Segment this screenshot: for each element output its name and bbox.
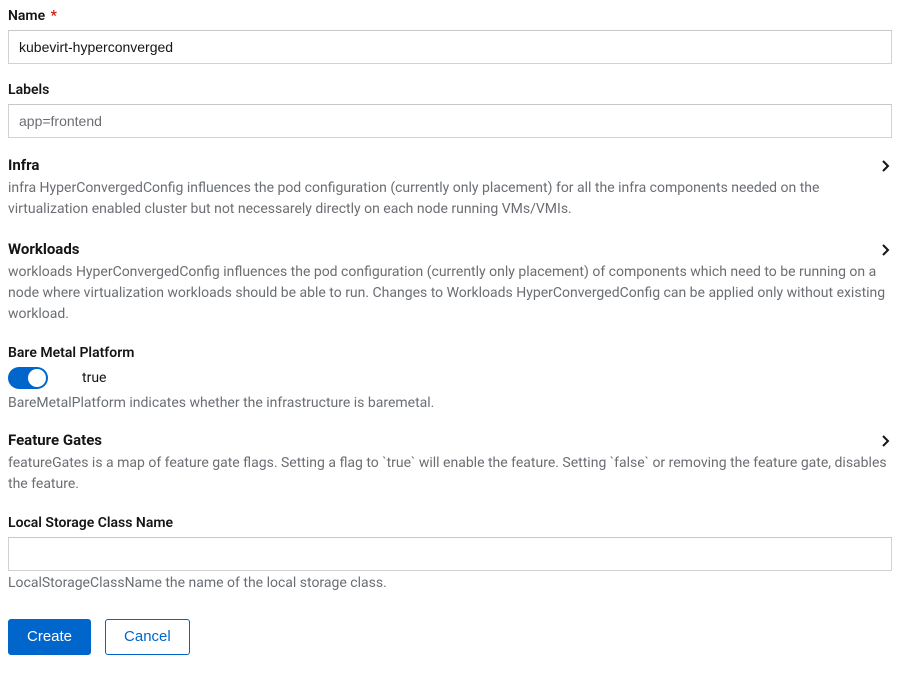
feature-gates-description: featureGates is a map of feature gate fl… (8, 453, 892, 495)
bare-metal-section: Bare Metal Platform true BareMetalPlatfo… (8, 345, 892, 411)
workloads-header[interactable]: Workloads (8, 240, 892, 258)
chevron-right-icon (882, 435, 892, 445)
name-label-text: Name (8, 8, 45, 24)
name-label: Name * (8, 8, 892, 24)
infra-section: Infra infra HyperConvergedConfig influen… (8, 156, 892, 220)
labels-input[interactable] (8, 104, 892, 138)
create-button[interactable]: Create (8, 619, 91, 655)
chevron-right-icon (882, 160, 892, 170)
local-storage-input[interactable] (8, 537, 892, 571)
cancel-button[interactable]: Cancel (105, 619, 190, 655)
workloads-description: workloads HyperConvergedConfig influence… (8, 262, 892, 325)
bare-metal-title: Bare Metal Platform (8, 345, 892, 361)
infra-header[interactable]: Infra (8, 156, 892, 174)
workloads-section: Workloads workloads HyperConvergedConfig… (8, 240, 892, 325)
local-storage-description: LocalStorageClassName the name of the lo… (8, 575, 892, 591)
workloads-title: Workloads (8, 240, 79, 258)
toggle-knob (28, 369, 46, 387)
name-input[interactable] (8, 30, 892, 64)
infra-description: infra HyperConvergedConfig influences th… (8, 178, 892, 220)
name-group: Name * (8, 8, 892, 64)
bare-metal-description: BareMetalPlatform indicates whether the … (8, 395, 892, 411)
required-indicator: * (51, 8, 57, 24)
form-actions: Create Cancel (8, 619, 892, 655)
feature-gates-section: Feature Gates featureGates is a map of f… (8, 431, 892, 495)
labels-group: Labels (8, 82, 892, 138)
labels-label: Labels (8, 82, 892, 98)
infra-title: Infra (8, 156, 39, 174)
bare-metal-value: true (82, 370, 106, 386)
bare-metal-toggle-row: true (8, 367, 892, 389)
feature-gates-title: Feature Gates (8, 431, 102, 449)
bare-metal-toggle[interactable] (8, 367, 48, 389)
chevron-right-icon (882, 244, 892, 254)
feature-gates-header[interactable]: Feature Gates (8, 431, 892, 449)
local-storage-section: Local Storage Class Name LocalStorageCla… (8, 515, 892, 591)
local-storage-title: Local Storage Class Name (8, 515, 892, 531)
